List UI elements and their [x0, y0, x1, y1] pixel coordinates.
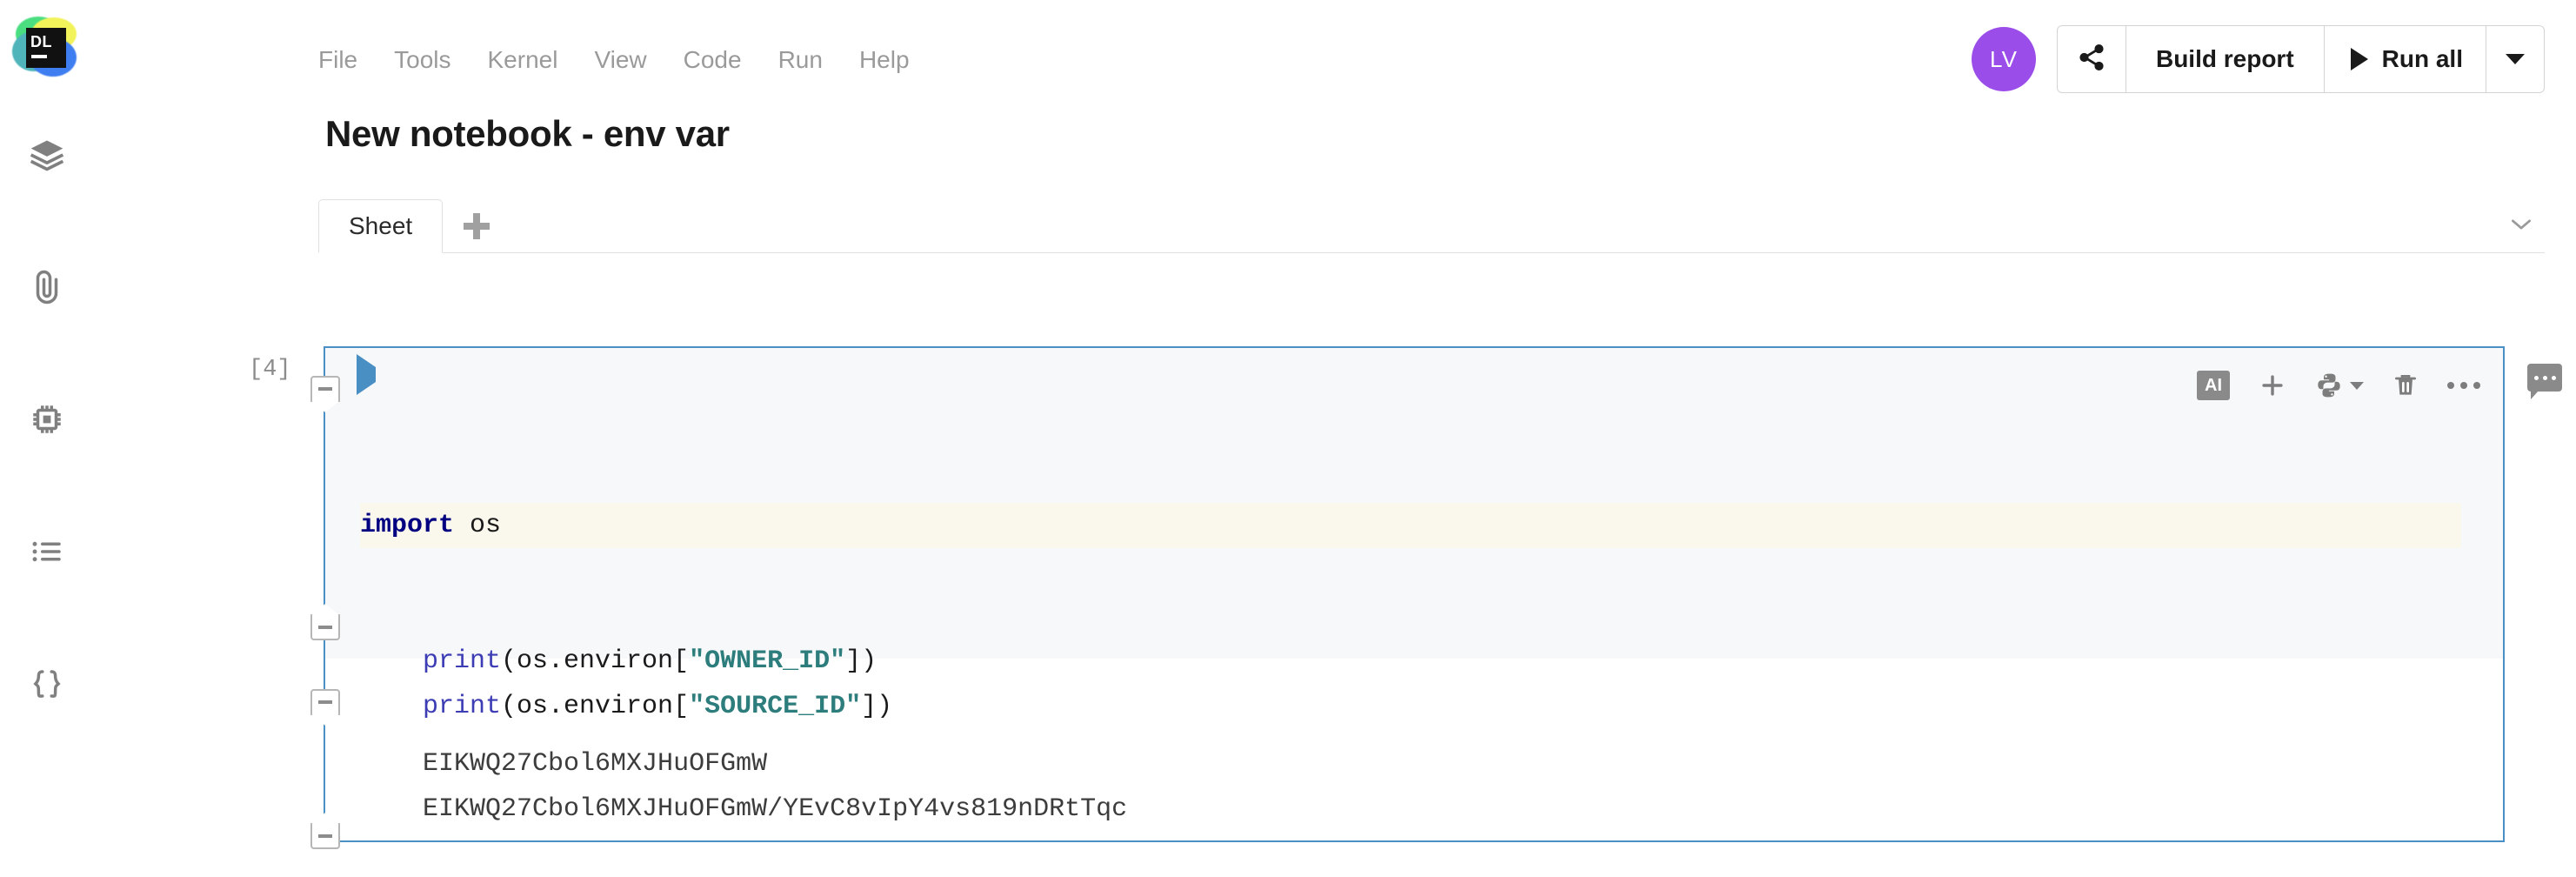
sidebar-item-layers[interactable] — [12, 122, 82, 191]
run-all-label: Run all — [2382, 45, 2463, 73]
logo-badge-text: DL — [30, 34, 52, 50]
chevron-down-icon — [2506, 215, 2536, 234]
cpu-chip-icon — [29, 401, 65, 442]
notebook-cell[interactable]: AI i — [324, 346, 2505, 842]
play-triangle-icon — [357, 354, 376, 395]
code-line-blank — [423, 601, 438, 631]
cell-type-button[interactable] — [2315, 372, 2364, 399]
menu-item-run[interactable]: Run — [778, 46, 823, 74]
menu-item-code[interactable]: Code — [684, 46, 742, 74]
menu-item-tools[interactable]: Tools — [394, 46, 450, 74]
logo-badge-underscore — [31, 55, 47, 58]
sheet-tabbar: Sheet — [318, 198, 2545, 253]
comment-dot — [2543, 376, 2547, 380]
collapse-marker[interactable] — [310, 376, 340, 402]
code-token: print — [423, 646, 501, 676]
run-all-button[interactable]: Run all — [2325, 26, 2486, 92]
output-line: EIKWQ27Cbol6MXJHuOFGmW — [423, 749, 767, 779]
left-rail: DL — [0, 0, 96, 853]
avatar[interactable]: LV — [1972, 27, 2036, 91]
trash-icon — [2392, 372, 2419, 399]
tab-sheet-label: Sheet — [349, 212, 412, 240]
share-icon — [2077, 43, 2106, 77]
more-dots-icon — [2447, 382, 2454, 389]
sidebar-item-computation[interactable] — [12, 386, 82, 456]
sidebar-item-attachments[interactable] — [12, 254, 82, 324]
cell-toolbar: AI — [2197, 364, 2480, 407]
list-icon — [29, 533, 65, 574]
run-cell-button[interactable] — [357, 367, 376, 383]
minus-icon — [318, 387, 332, 391]
chevron-down-icon — [2350, 382, 2364, 390]
minus-icon — [318, 834, 332, 838]
run-all-dropdown-button[interactable] — [2486, 26, 2544, 92]
menu-item-help[interactable]: Help — [859, 46, 910, 74]
share-button[interactable] — [2058, 26, 2126, 92]
collapse-marker[interactable] — [310, 614, 340, 640]
comment-icon[interactable] — [2527, 364, 2562, 392]
layers-icon — [28, 136, 66, 178]
code-token: ]) — [845, 646, 877, 676]
cell-output: EIKWQ27Cbol6MXJHuOFGmW EIKWQ27Cbol6MXJHu… — [360, 696, 1127, 877]
tabbar-overflow-button[interactable] — [2506, 215, 2536, 238]
build-report-label: Build report — [2156, 45, 2294, 73]
menu-item-kernel[interactable]: Kernel — [488, 46, 558, 74]
collapse-marker[interactable] — [310, 823, 340, 849]
delete-cell-button[interactable] — [2392, 372, 2419, 399]
action-button-group: Build report Run all — [2057, 25, 2545, 93]
more-dots-icon — [2460, 382, 2467, 389]
page-title[interactable]: New notebook - env var — [325, 113, 730, 155]
plus-icon — [2258, 371, 2287, 400]
code-token: import — [360, 511, 454, 540]
python-icon — [2315, 372, 2343, 399]
build-report-button[interactable]: Build report — [2126, 26, 2325, 92]
cell-execution-index: [4] — [249, 357, 291, 383]
menu-item-view[interactable]: View — [594, 46, 646, 74]
ai-icon[interactable]: AI — [2197, 371, 2230, 400]
plus-icon — [464, 213, 490, 239]
minus-icon — [318, 626, 332, 629]
logo-badge: DL — [26, 28, 66, 68]
braces-icon — [29, 666, 65, 706]
paperclip-icon — [29, 269, 65, 310]
chevron-down-icon — [2506, 54, 2525, 64]
minus-icon — [318, 700, 332, 704]
add-sheet-button[interactable] — [443, 200, 511, 252]
menubar: File Tools Kernel View Code Run Help — [318, 38, 910, 82]
comment-dot — [2552, 376, 2556, 380]
code-token: "OWNER_ID" — [689, 646, 845, 676]
code-line: print(os.environ["OWNER_ID"]) — [423, 646, 877, 676]
sidebar-item-variables[interactable] — [12, 651, 82, 720]
output-line: EIKWQ27Cbol6MXJHuOFGmW/YEvC8vIpY4vs819nD… — [423, 794, 1127, 824]
menu-item-file[interactable]: File — [318, 46, 357, 74]
collapse-marker[interactable] — [310, 689, 340, 715]
top-actions: LV Build report Run all — [1972, 19, 2545, 99]
play-triangle-icon — [2351, 48, 2368, 70]
code-line: import os — [360, 503, 2461, 548]
datalore-logo[interactable]: DL — [10, 12, 83, 85]
sidebar-item-outline[interactable] — [12, 519, 82, 588]
more-options-button[interactable] — [2447, 382, 2480, 389]
more-dots-icon — [2473, 382, 2480, 389]
add-cell-button[interactable] — [2258, 371, 2287, 400]
code-token: os — [454, 511, 501, 540]
ai-icon-label: AI — [2205, 376, 2222, 396]
code-token: (os.environ[ — [501, 646, 689, 676]
comment-dot — [2534, 376, 2539, 380]
tab-sheet[interactable]: Sheet — [318, 199, 443, 253]
avatar-initials: LV — [1990, 46, 2018, 73]
